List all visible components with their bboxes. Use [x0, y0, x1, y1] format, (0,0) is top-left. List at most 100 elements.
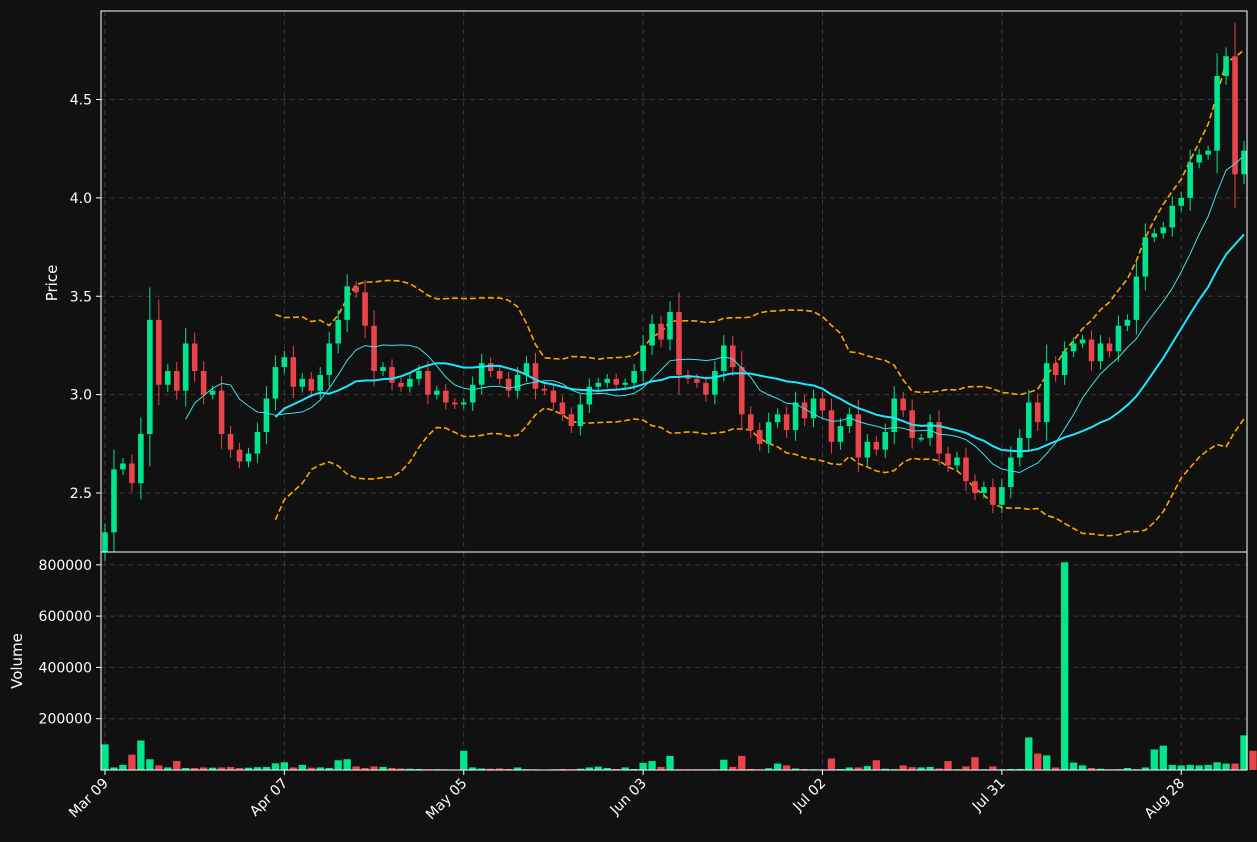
price-y-tick-label: 4.0 — [70, 191, 92, 207]
candle-body — [1214, 75, 1220, 151]
candle-body — [999, 487, 1005, 505]
candle-body — [138, 433, 144, 484]
candle-body — [1097, 343, 1104, 362]
candle-body — [1169, 205, 1176, 228]
candle-body — [712, 371, 718, 395]
candle-body — [487, 363, 494, 372]
candle-body — [990, 487, 996, 505]
candle-body — [963, 457, 969, 482]
candle-body — [299, 378, 306, 387]
candle-body — [828, 410, 835, 442]
candle-body — [1232, 56, 1238, 175]
volume-bar — [298, 764, 306, 770]
volume-bar — [666, 755, 674, 770]
candle-body — [1124, 319, 1131, 326]
candle-body — [1187, 162, 1193, 198]
candle-body — [1178, 197, 1185, 206]
volume-bar — [962, 766, 970, 770]
candle-body — [1088, 339, 1095, 362]
candle-body — [541, 388, 548, 391]
candle-body — [1196, 154, 1202, 163]
candle-body — [667, 311, 673, 340]
candle-body — [191, 343, 198, 372]
candle-body — [434, 390, 440, 395]
chart-background — [0, 0, 1257, 842]
candle-body — [218, 390, 225, 434]
price-y-tick-label: 3.0 — [70, 388, 92, 404]
candle-body — [622, 382, 628, 385]
candle-body — [918, 437, 924, 440]
candle-body — [1061, 351, 1068, 375]
volume-bar — [173, 761, 181, 770]
candle-body — [774, 414, 781, 423]
candle-body — [550, 390, 557, 403]
candle-body — [954, 457, 960, 466]
volume-bar — [944, 761, 952, 770]
candle-body — [765, 422, 772, 444]
candle-body — [1205, 150, 1211, 155]
volume-bar — [594, 766, 602, 770]
candle-body — [120, 463, 126, 470]
candle-body — [425, 371, 431, 395]
volume-bar — [1159, 745, 1167, 770]
candle-body — [1017, 437, 1023, 458]
candle-body — [1079, 339, 1086, 344]
volume-y-tick-label: 200000 — [39, 712, 92, 728]
candle-body — [254, 431, 261, 454]
volume-bar — [343, 759, 351, 770]
volume-bar — [1060, 562, 1069, 770]
volume-bar — [773, 763, 782, 770]
volume-bar — [1222, 763, 1230, 770]
volume-bar — [1168, 764, 1176, 770]
candle-body — [1008, 457, 1014, 488]
candle-body — [416, 371, 422, 379]
candle-body — [344, 286, 350, 320]
candle-body — [1133, 276, 1140, 320]
volume-bar — [1025, 737, 1033, 770]
candle-body — [164, 371, 171, 385]
candle-body — [1142, 237, 1149, 277]
candle-body — [819, 398, 826, 411]
candle-body — [443, 390, 449, 403]
volume-y-tick-label: 600000 — [39, 609, 92, 625]
volume-axis-title: Volume — [8, 633, 26, 689]
candle-body — [353, 286, 359, 293]
volume-bar — [1043, 755, 1051, 770]
candle-body — [317, 374, 324, 391]
volume-bar — [899, 765, 907, 770]
candle-body — [1106, 343, 1113, 352]
candle-body — [532, 363, 539, 389]
candle-body — [676, 311, 682, 375]
volume-bar — [1195, 765, 1203, 770]
candle-body — [173, 371, 180, 391]
candle-body — [595, 382, 602, 387]
volume-y-tick-label: 800000 — [39, 558, 92, 574]
candle-body — [362, 292, 368, 326]
volume-y-tick-label: 400000 — [39, 660, 92, 676]
candle-body — [613, 378, 619, 385]
candle-body — [263, 398, 270, 432]
candle-body — [756, 430, 763, 444]
candle-body — [245, 453, 252, 462]
volume-bar — [137, 740, 145, 770]
candle-body — [846, 414, 853, 427]
candle-body — [568, 414, 575, 427]
volume-bar — [872, 760, 880, 770]
price-axis-title: Price — [43, 265, 61, 302]
candle-body — [837, 426, 844, 442]
candle-body — [111, 469, 117, 533]
volume-bar — [334, 760, 342, 770]
candle-body — [631, 371, 637, 383]
volume-bar — [280, 762, 289, 770]
volume-bar — [1213, 762, 1221, 770]
volume-bar — [146, 759, 154, 770]
candle-body — [792, 402, 799, 431]
price-y-tick-label: 2.5 — [70, 486, 92, 502]
candle-body — [721, 345, 727, 372]
volume-bar — [460, 750, 468, 770]
candle-body — [290, 357, 297, 387]
candle-body — [236, 449, 243, 462]
candle-body — [747, 414, 754, 431]
stock-chart: 2.5 3.0 3.5 4.0 4.5 200000 400000 600000 800000… — [0, 0, 1257, 842]
volume-bar — [1204, 764, 1212, 770]
